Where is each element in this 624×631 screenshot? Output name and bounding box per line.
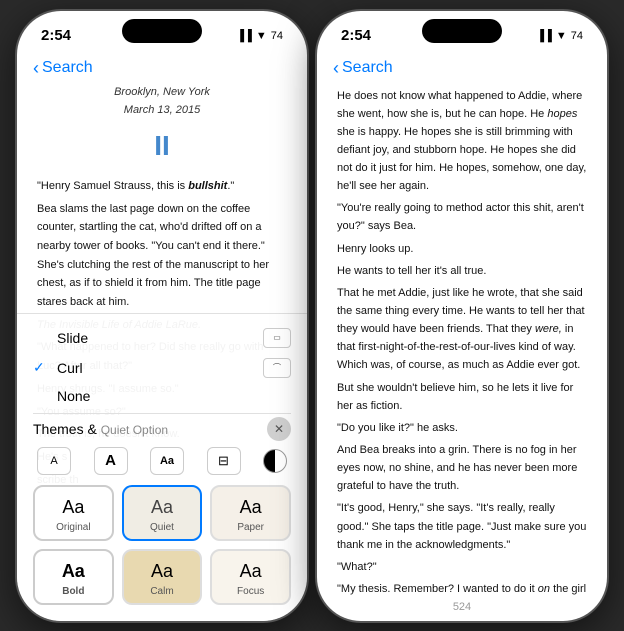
none-label: None [57, 388, 291, 404]
slide-option-curl[interactable]: ✓ Curl ⌒ [33, 354, 291, 382]
large-font-button[interactable]: A [94, 447, 128, 475]
wifi-icon-right: ▼ [556, 30, 567, 42]
theme-aa-calm: Aa [151, 561, 173, 582]
chapter-number: II [37, 123, 287, 169]
bottom-panel: Slide ▭ ✓ Curl ⌒ None Themes & Quiet Opt… [17, 313, 307, 621]
slide-option-slide[interactable]: Slide ▭ [33, 324, 291, 352]
theme-bold[interactable]: Aa Bold [33, 549, 114, 605]
slide-label: Slide [57, 330, 255, 346]
theme-name-bold: Bold [62, 586, 84, 597]
small-font-button[interactable]: A [37, 447, 71, 475]
themes-label: Themes & Quiet Option [33, 421, 168, 437]
brightness-button[interactable] [263, 449, 287, 473]
signal-icon: ▐▐ [236, 30, 252, 42]
theme-original[interactable]: Aa Original [33, 485, 114, 541]
status-icons-left: ▐▐ ▼ 74 [236, 30, 283, 42]
curl-label: Curl [57, 360, 255, 376]
theme-name-paper: Paper [237, 522, 264, 533]
battery-left: 74 [271, 30, 283, 42]
slide-icon: ▭ [263, 328, 291, 348]
theme-aa-quiet: Aa [151, 497, 173, 518]
theme-calm[interactable]: Aa Calm [122, 549, 203, 605]
time-right: 2:54 [341, 27, 371, 44]
theme-aa-paper: Aa [240, 497, 262, 518]
book-content-right[interactable]: He does not know what happened to Addie,… [317, 83, 607, 597]
signal-icon-right: ▐▐ [536, 30, 552, 42]
theme-name-focus: Focus [237, 586, 264, 597]
slide-option-none[interactable]: None [33, 384, 291, 408]
left-phone: 2:54 ▐▐ ▼ 74 ‹ Search Brooklyn, New York… [17, 11, 307, 621]
close-button[interactable]: ✕ [267, 417, 291, 441]
theme-aa-focus: Aa [240, 561, 262, 582]
theme-quiet[interactable]: Aa Quiet [122, 485, 203, 541]
wifi-icon: ▼ [256, 30, 267, 42]
book-location: Brooklyn, New York March 13, 2015 [37, 83, 287, 119]
chevron-left-icon-right: ‹ [333, 59, 339, 77]
theme-name-calm: Calm [150, 586, 173, 597]
status-bar-left: 2:54 ▐▐ ▼ 74 [17, 11, 307, 55]
time-left: 2:54 [41, 27, 71, 44]
book-header: Brooklyn, New York March 13, 2015 II [37, 83, 287, 169]
theme-aa-original: Aa [62, 497, 84, 518]
divider [33, 413, 291, 414]
font-options-button[interactable]: Aa [150, 447, 184, 475]
back-button-left[interactable]: ‹ Search [33, 59, 93, 77]
theme-name-original: Original [56, 522, 90, 533]
status-bar-right: 2:54 ▐▐ ▼ 74 [317, 11, 607, 55]
themes-close-row: Themes & Quiet Option ✕ [33, 417, 291, 441]
slide-options: Slide ▭ ✓ Curl ⌒ None [33, 322, 291, 410]
theme-aa-bold: Aa [62, 561, 85, 582]
layout-button[interactable]: ⊟ [207, 447, 241, 475]
phones-container: 2:54 ▐▐ ▼ 74 ‹ Search Brooklyn, New York… [0, 0, 624, 631]
chevron-left-icon: ‹ [33, 59, 39, 77]
theme-grid: Aa Original Aa Quiet Aa Paper Aa Bold Aa [33, 485, 291, 605]
back-label-left: Search [42, 59, 93, 77]
nav-bar-right: ‹ Search [317, 55, 607, 83]
theme-name-quiet: Quiet [150, 522, 174, 533]
curl-icon: ⌒ [263, 358, 291, 378]
page-number: 524 [317, 597, 607, 621]
theme-focus[interactable]: Aa Focus [210, 549, 291, 605]
battery-right: 74 [571, 30, 583, 42]
checkmark-curl: ✓ [33, 359, 49, 376]
status-icons-right: ▐▐ ▼ 74 [536, 30, 583, 42]
toolbar-row: A A Aa ⊟ [33, 447, 291, 475]
theme-paper[interactable]: Aa Paper [210, 485, 291, 541]
right-phone: 2:54 ▐▐ ▼ 74 ‹ Search He does not know w… [317, 11, 607, 621]
back-label-right: Search [342, 59, 393, 77]
back-button-right[interactable]: ‹ Search [333, 59, 393, 77]
nav-bar-left: ‹ Search [17, 55, 307, 83]
book-text-right: He does not know what happened to Addie,… [337, 87, 587, 597]
